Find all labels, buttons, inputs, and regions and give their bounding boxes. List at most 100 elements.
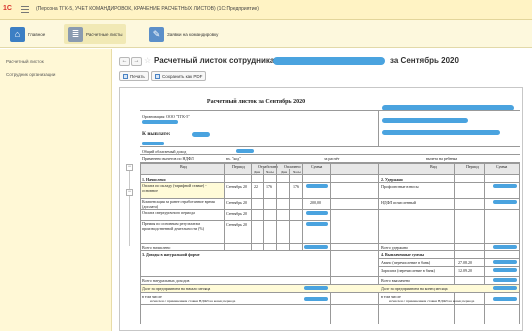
col-period-right: Период — [466, 164, 479, 169]
grid-line — [140, 304, 520, 305]
payslip-heading: Расчетный листок за Сентябрь 2020 — [206, 99, 306, 105]
save-pdf-button[interactable]: Сохранить как PDF — [151, 71, 207, 81]
redacted-employee-name — [273, 57, 385, 65]
grid-line — [140, 110, 520, 111]
redacted-field — [236, 149, 254, 153]
section-panel: ⌂ Главное ≣ Расчетные листы ✎ Заявки на … — [0, 20, 532, 48]
section-main-label: Главное — [28, 31, 46, 37]
debt-end-label: Долг за предприятием на конец месяца — [381, 286, 448, 291]
col-period: Период — [232, 164, 245, 169]
group-collapse-icon[interactable]: − — [126, 189, 133, 196]
grid-line — [378, 266, 520, 267]
accrual-period: Сентябрь 20 — [226, 184, 248, 189]
ndfl-note-right: исчислен с применением ставки НДФЛ на ко… — [389, 299, 475, 303]
payslip: Расчетный листок за Сентябрь 2020 Органи… — [136, 92, 520, 330]
grid-line — [251, 163, 252, 251]
redacted-amount — [306, 211, 328, 215]
save-icon — [155, 73, 160, 79]
section-payslips[interactable]: ≣ Расчетные листы — [64, 24, 127, 44]
page-period: за Сентябрь 2020 — [390, 56, 459, 65]
payment-name: Зарплата (перечисление в банк) — [381, 268, 435, 273]
redacted-amount — [493, 200, 517, 204]
redacted-amount — [493, 268, 517, 272]
section-trip-requests[interactable]: ✎ Заявки на командировку — [145, 24, 222, 44]
col-type: Вид — [180, 164, 187, 169]
back-button[interactable]: ← — [119, 57, 130, 66]
section-natural-income: 3. Доходы в натуральной форме — [142, 252, 200, 257]
ndfl-note: исчислен с применением ставки НДФЛ на ко… — [150, 299, 236, 303]
home-icon: ⌂ — [10, 26, 25, 42]
payout-label: К выплате: — [142, 131, 171, 137]
redacted-amount — [304, 286, 328, 290]
section-payslips-label: Расчетные листы — [86, 31, 123, 37]
col-paid-days: Дни — [281, 170, 288, 174]
debt-start-label: Долг за предприятием на начало месяца — [142, 286, 211, 291]
total-natural-label: Всего натуральных доходов — [142, 278, 190, 283]
deduction-name: НДФЛ исчисленный — [381, 200, 416, 205]
grid-line — [140, 250, 520, 251]
grid-line — [140, 146, 520, 147]
deduction-name: Профсоюзные взносы — [381, 184, 419, 189]
favorite-star-icon[interactable]: ☆ — [144, 56, 151, 65]
redacted-amount — [306, 184, 328, 188]
period-label: за расчёт — [324, 156, 340, 161]
redacted-payout-amount — [192, 132, 210, 137]
col-sum-right: Сумма — [496, 164, 508, 169]
col-sum: Сумма — [311, 164, 323, 169]
grid-line — [140, 292, 520, 293]
org-label: Организация: ООО "ТГК-5" — [142, 114, 190, 119]
section-trip-requests-label: Заявки на командировку — [167, 31, 219, 37]
group-collapse-icon[interactable]: − — [126, 164, 133, 171]
grid-line — [276, 163, 277, 251]
accrual-days: 22 — [254, 184, 258, 189]
payment-date: 12.09.20 — [458, 268, 472, 273]
sidebar-item-payslip[interactable]: Расчетный листок — [6, 59, 44, 64]
grid-line — [224, 163, 225, 251]
payment-name: Аванс (перечисление в банк) — [381, 260, 431, 265]
accrual-period: Сентябрь 20 — [226, 200, 248, 205]
title-bar: 1С (Персона ТГК-5, УЧЕТ КОМАНДИРОВОК, КР… — [0, 0, 532, 20]
main-content: ← → ☆ Расчетный листок сотрудника за Сен… — [113, 49, 532, 331]
tax-deduction-label: Применено вычетов по НДФЛ — [142, 156, 194, 161]
accrual-name: Оплата по окладу (тарифной ставке) - осн… — [142, 183, 207, 193]
accrual-name: Оплата сверхурочного периода — [142, 210, 195, 215]
col-paid-hours: Часы — [293, 170, 301, 174]
accrual-period: Сентябрь 20 — [226, 211, 248, 216]
spreadsheet-document[interactable]: − − Расчетный листок за Сентябрь 2020 Ор… — [119, 87, 523, 331]
page-title: Расчетный листок сотрудника — [154, 56, 275, 65]
redacted-amount — [493, 286, 517, 290]
col-days: Дни — [254, 170, 261, 174]
accrual-name: Компенсация за ранее отработанное время … — [142, 199, 215, 209]
sidebar-item-employee[interactable]: Сотрудник организации — [6, 72, 55, 77]
redacted-amount — [306, 222, 328, 226]
grid-line — [378, 258, 520, 259]
total-paid-label: Всего выплачено — [381, 278, 411, 283]
accrual-period: Сентябрь 20 — [226, 222, 248, 227]
col-hours: Часы — [266, 170, 274, 174]
print-label: Печать — [130, 73, 145, 79]
col-paid: Оплачено — [284, 164, 301, 169]
forward-button[interactable]: → — [131, 57, 142, 66]
redacted-amount — [493, 245, 517, 249]
redacted-amount — [493, 184, 517, 188]
main-menu-button[interactable] — [20, 4, 30, 14]
redacted-field — [382, 130, 500, 135]
accrual-hours: 176 — [266, 184, 272, 189]
grid-line — [140, 276, 520, 277]
section-main[interactable]: ⌂ Главное — [6, 24, 49, 44]
redacted-amount — [493, 278, 517, 282]
redacted-amount — [304, 245, 328, 249]
save-pdf-label: Сохранить как PDF — [162, 73, 203, 79]
print-button[interactable]: Печать — [119, 71, 149, 81]
app-logo: 1С — [3, 5, 12, 12]
payment-date: 27.08.20 — [458, 260, 472, 265]
redacted-amount — [493, 297, 517, 301]
grid-line — [140, 154, 520, 155]
grid-line — [140, 243, 520, 244]
sidebar: Расчетный листок Сотрудник организации — [0, 49, 112, 331]
accrual-paid-hours: 176 — [293, 184, 299, 189]
accrual-sum: 200,00 — [310, 200, 321, 205]
redacted-amount — [493, 260, 517, 264]
document-list-icon: ≣ — [68, 26, 83, 42]
redacted-field — [142, 120, 178, 124]
